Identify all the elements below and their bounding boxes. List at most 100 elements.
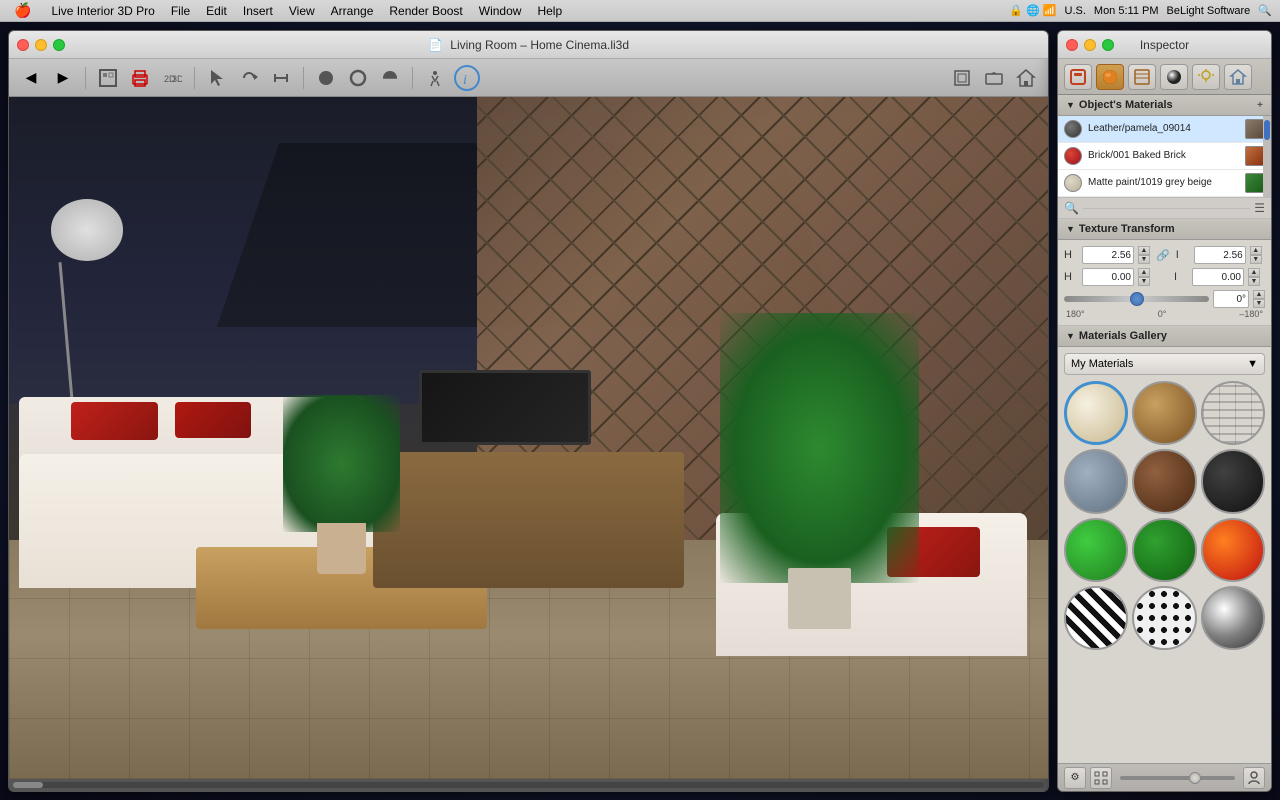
- gallery-item-stone[interactable]: [1064, 449, 1128, 513]
- material-item-mattepaint[interactable]: Matte paint/1019 grey beige: [1058, 170, 1271, 197]
- gallery-item-cream[interactable]: [1064, 381, 1128, 445]
- scale-x-up[interactable]: ▲: [1138, 246, 1150, 255]
- close-button[interactable]: [17, 39, 29, 51]
- transform-offset-row: H ▲ ▼ I ▲ ▼: [1064, 268, 1265, 286]
- gallery-dropdown[interactable]: My Materials ▼: [1064, 353, 1265, 375]
- maximize-button[interactable]: [53, 39, 65, 51]
- angle-stepper[interactable]: ▲ ▼: [1253, 290, 1265, 308]
- materials-add-icon[interactable]: +: [1257, 100, 1263, 111]
- offset-x-stepper[interactable]: ▲ ▼: [1138, 268, 1150, 286]
- link-icon: 🔗: [1156, 249, 1170, 262]
- gallery-item-black[interactable]: [1201, 449, 1265, 513]
- gallery-item-zebra[interactable]: [1064, 586, 1128, 650]
- inspector-settings-btn[interactable]: ⚙: [1064, 767, 1086, 789]
- menu-app[interactable]: Live Interior 3D Pro: [45, 0, 160, 21]
- angle-slider-thumb[interactable]: [1130, 292, 1144, 306]
- toolbar-half-sphere-btn[interactable]: [376, 64, 404, 92]
- gallery-item-wood1[interactable]: [1132, 381, 1196, 445]
- offset-x-down[interactable]: ▼: [1138, 277, 1150, 286]
- inspector-zoom[interactable]: [1102, 39, 1114, 51]
- menu-arrange[interactable]: Arrange: [325, 0, 380, 21]
- material-swatch-mattepaint: [1064, 174, 1082, 192]
- inspector-user-btn[interactable]: [1243, 767, 1265, 789]
- menu-file[interactable]: File: [165, 0, 196, 21]
- toolbar-forward-btn[interactable]: ▶: [49, 64, 77, 92]
- inspector-minimize[interactable]: [1084, 39, 1096, 51]
- toolbar-ring-btn[interactable]: [344, 64, 372, 92]
- apple-menu[interactable]: 🍎: [8, 0, 37, 21]
- toolbar-sep-2: [194, 67, 195, 89]
- gallery-item-spots[interactable]: [1132, 586, 1196, 650]
- angle-input[interactable]: [1213, 290, 1249, 308]
- materials-scrollbar[interactable]: [1263, 116, 1271, 197]
- inspector-tab-chrome[interactable]: [1160, 64, 1188, 90]
- gallery-item-chrome[interactable]: [1201, 586, 1265, 650]
- angle-up[interactable]: ▲: [1253, 290, 1265, 299]
- offset-y-input[interactable]: [1192, 268, 1244, 286]
- materials-gallery-header: ▼ Materials Gallery: [1058, 326, 1271, 347]
- bottom-zoom-thumb[interactable]: [1189, 772, 1201, 784]
- menu-help[interactable]: Help: [531, 0, 568, 21]
- toolbar-orthographic-btn[interactable]: [948, 64, 976, 92]
- offset-x-input[interactable]: [1082, 268, 1134, 286]
- toolbar-back-btn[interactable]: ◀: [17, 64, 45, 92]
- offset-y-down[interactable]: ▼: [1248, 277, 1260, 286]
- angle-slider-track[interactable]: [1064, 296, 1209, 302]
- gallery-dropdown-value: My Materials: [1071, 358, 1133, 370]
- gallery-item-brick[interactable]: [1201, 381, 1265, 445]
- offset-x-up[interactable]: ▲: [1138, 268, 1150, 277]
- angle-down[interactable]: ▼: [1253, 299, 1265, 308]
- menubar-search-icon[interactable]: 🔍: [1258, 4, 1272, 17]
- toolbar-floor-plan-btn[interactable]: [94, 64, 122, 92]
- gallery-item-green-dark[interactable]: [1132, 518, 1196, 582]
- toolbar-select-btn[interactable]: [203, 64, 231, 92]
- scale-x-down[interactable]: ▼: [1138, 255, 1150, 264]
- scale-x-input[interactable]: [1082, 246, 1134, 264]
- gallery-item-fire[interactable]: [1201, 518, 1265, 582]
- menubar-locale: U.S.: [1065, 5, 1086, 17]
- toolbar-camera-views-btn[interactable]: [980, 64, 1008, 92]
- scale-x-stepper[interactable]: ▲ ▼: [1138, 246, 1150, 264]
- inspector-tab-texture[interactable]: [1128, 64, 1156, 90]
- toolbar-rotate-btn[interactable]: [235, 64, 263, 92]
- bottom-zoom-slider[interactable]: [1120, 776, 1235, 780]
- toolbar-2d3d-btn[interactable]: 2D3D: [158, 64, 186, 92]
- toolbar-walk-btn[interactable]: [421, 64, 449, 92]
- toolbar-sphere-btn[interactable]: [312, 64, 340, 92]
- search-icon[interactable]: 🔍: [1064, 201, 1079, 215]
- inspector-close[interactable]: [1066, 39, 1078, 51]
- minimize-button[interactable]: [35, 39, 47, 51]
- toolbar-print-btn[interactable]: [126, 64, 154, 92]
- gallery-item-dark-wood[interactable]: [1132, 449, 1196, 513]
- menu-render-boost[interactable]: Render Boost: [383, 0, 468, 21]
- viewport-scrollbar[interactable]: [9, 779, 1048, 791]
- scale-y-input[interactable]: [1194, 246, 1246, 264]
- inspector-tab-house[interactable]: [1224, 64, 1252, 90]
- menu-edit[interactable]: Edit: [200, 0, 233, 21]
- inspector-tab-materials[interactable]: [1096, 64, 1124, 90]
- materials-scrollbar-thumb[interactable]: [1264, 120, 1270, 140]
- menu-window[interactable]: Window: [473, 0, 528, 21]
- scale-y-up[interactable]: ▲: [1250, 246, 1262, 255]
- menu-insert[interactable]: Insert: [237, 0, 279, 21]
- material-item-brick[interactable]: Brick/001 Baked Brick: [1058, 143, 1271, 170]
- materials-menu-icon[interactable]: ☰: [1254, 201, 1265, 215]
- toolbar-info-btn[interactable]: i: [453, 64, 481, 92]
- menu-view[interactable]: View: [283, 0, 321, 21]
- scale-y-down[interactable]: ▼: [1250, 255, 1262, 264]
- offset-y-stepper[interactable]: ▲ ▼: [1248, 268, 1260, 286]
- inspector-grid-btn[interactable]: [1090, 767, 1112, 789]
- inspector-tab-objects[interactable]: [1064, 64, 1092, 90]
- scale-y-stepper[interactable]: ▲ ▼: [1250, 246, 1262, 264]
- inspector-tab-light[interactable]: [1192, 64, 1220, 90]
- scrollbar-track[interactable]: [13, 782, 1044, 788]
- texture-section-arrow: ▼: [1066, 224, 1075, 234]
- offset-y-up[interactable]: ▲: [1248, 268, 1260, 277]
- sofa-pillow-1: [71, 402, 157, 440]
- gallery-item-green-bright[interactable]: [1064, 518, 1128, 582]
- material-item-leather[interactable]: Leather/pamela_09014: [1058, 116, 1271, 143]
- viewport-canvas: [9, 97, 1048, 779]
- scrollbar-thumb[interactable]: [13, 782, 43, 788]
- toolbar-scale-btn[interactable]: [267, 64, 295, 92]
- toolbar-home-view-btn[interactable]: [1012, 64, 1040, 92]
